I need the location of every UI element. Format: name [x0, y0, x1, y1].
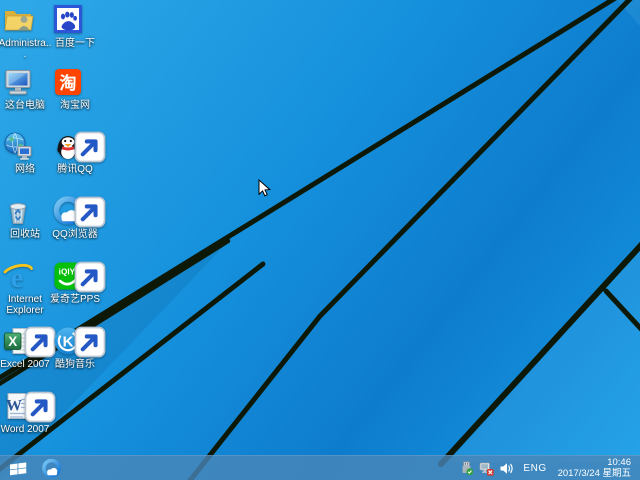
desktop-icon-grid: Administra... 百度一下 这台电脑 淘宝网 网络 腾讯QQ 回收站 … [0, 0, 640, 455]
qq-browser-icon [41, 458, 62, 479]
desktop-icon-baidu[interactable]: 百度一下 [52, 4, 98, 49]
shortcut-arrow-icon [74, 196, 106, 228]
desktop-icon-excel[interactable]: Excel 2007 [0, 325, 48, 370]
desktop-icon-tencent-qq[interactable]: 腾讯QQ [52, 130, 98, 175]
desktop-icon-iqiyi[interactable]: 爱奇艺PPS [50, 260, 98, 305]
desktop-icon-label: 这台电脑 [5, 100, 45, 111]
shortcut-arrow-icon [24, 391, 56, 423]
desktop-icon-qq-browser[interactable]: QQ浏览器 [52, 195, 98, 240]
desktop-icon-network[interactable]: 网络 [2, 130, 48, 175]
desktop-icon-label: Administra... [0, 38, 52, 60]
taobao-icon [52, 66, 98, 98]
computer-icon [2, 66, 48, 98]
network-disconnected-icon[interactable] [479, 461, 495, 476]
windows-logo-icon [9, 461, 26, 475]
shortcut-arrow-icon [74, 326, 106, 358]
shortcut-arrow-icon [74, 131, 106, 163]
taskbar: ENG 10:46 2017/3/24 星期五 [0, 455, 640, 480]
kugou-music-icon [52, 325, 98, 357]
desktop-icon-internet-explorer[interactable]: Internet Explorer [2, 260, 48, 316]
start-button[interactable] [0, 456, 36, 480]
taskbar-qq-browser-button[interactable] [36, 456, 66, 480]
desktop-icon-taobao[interactable]: 淘宝网 [52, 66, 98, 111]
iqiyi-icon [52, 260, 98, 292]
desktop-icon-label: 爱奇艺PPS [49, 294, 100, 305]
recycle-bin-icon [2, 195, 48, 227]
desktop-icon-label: Internet Explorer [6, 294, 44, 316]
clock-time: 10:46 [607, 457, 631, 468]
desktop-icon-label: Excel 2007 [0, 359, 50, 370]
network-globe-icon [2, 130, 48, 162]
desktop-icon-word[interactable]: Word 2007 [1, 390, 48, 435]
volume-icon[interactable] [499, 461, 514, 476]
desktop-icon-kugou[interactable]: 酷狗音乐 [52, 325, 98, 370]
excel-icon [2, 325, 48, 357]
desktop-icon-label: Word 2007 [0, 424, 50, 435]
desktop-icon-label: 淘宝网 [60, 100, 90, 111]
user-folder-icon [2, 4, 48, 36]
shortcut-arrow-icon [74, 261, 106, 293]
qq-penguin-icon [52, 130, 98, 162]
qq-browser-icon [52, 195, 98, 227]
desktop-icon-this-pc[interactable]: 这台电脑 [2, 66, 48, 111]
desktop-icon-label: 酷狗音乐 [55, 359, 95, 370]
desktop-icon-label: 回收站 [10, 229, 40, 240]
system-tray: ENG 10:46 2017/3/24 星期五 [459, 456, 640, 480]
desktop-icon-label: QQ浏览器 [52, 229, 98, 240]
taskbar-clock[interactable]: 10:46 2017/3/24 星期五 [556, 457, 635, 479]
internet-explorer-icon [2, 260, 48, 292]
desktop[interactable]: { "desktop": { "icons": [ {"id":"user-fo… [0, 0, 640, 480]
desktop-icon-recycle-bin[interactable]: 回收站 [2, 195, 48, 240]
desktop-icon-label: 百度一下 [55, 38, 95, 49]
desktop-icon-label: 网络 [15, 164, 35, 175]
desktop-icon-label: 腾讯QQ [57, 164, 93, 175]
baidu-paw-icon [52, 4, 98, 36]
word-icon [2, 390, 48, 422]
language-indicator[interactable]: ENG [519, 463, 550, 474]
desktop-icon-user-folder[interactable]: Administra... [0, 4, 51, 60]
usb-safely-remove-icon[interactable] [459, 461, 474, 476]
clock-date: 2017/3/24 星期五 [557, 468, 631, 479]
